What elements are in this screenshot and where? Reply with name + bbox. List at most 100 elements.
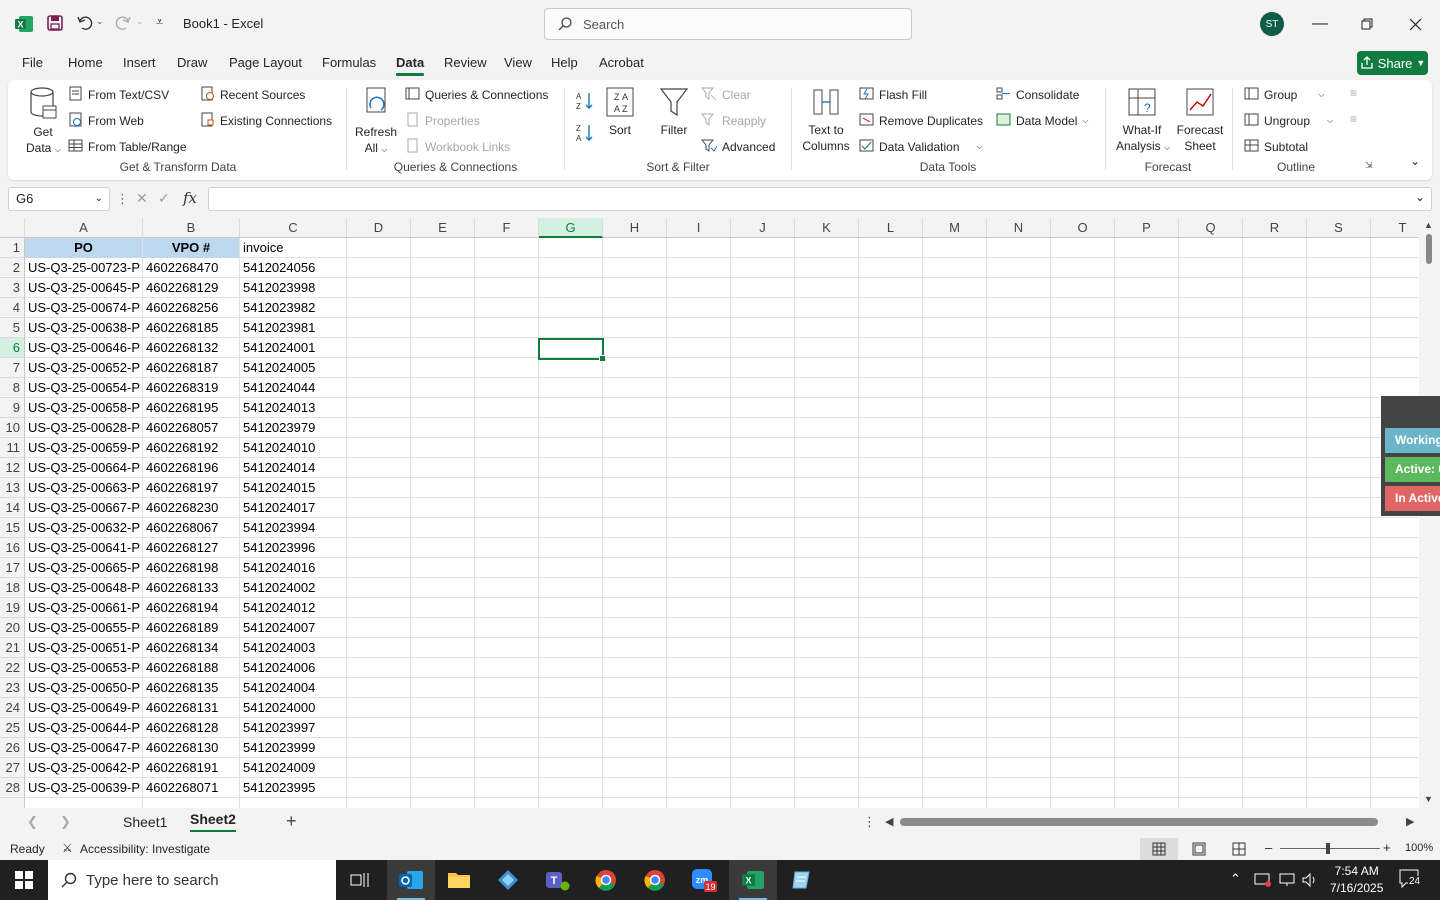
horizontal-scroll-thumb[interactable] <box>900 818 1378 826</box>
table-cell[interactable]: 4602268132 <box>143 338 239 358</box>
zoom-slider[interactable] <box>1280 848 1380 849</box>
network-icon[interactable] <box>1278 872 1296 888</box>
volume-icon[interactable] <box>1301 872 1319 888</box>
row-header-18[interactable]: 18 <box>0 578 25 598</box>
table-cell[interactable]: 5412024009 <box>240 758 346 778</box>
expand-formula-icon[interactable]: ⌄ <box>1415 190 1425 204</box>
table-cell[interactable]: 5412024014 <box>240 458 346 478</box>
zoom-slider-thumb[interactable] <box>1326 843 1330 854</box>
table-cell[interactable]: 5412024001 <box>240 338 346 358</box>
row-header-4[interactable]: 4 <box>0 298 25 318</box>
column-header-k[interactable]: K <box>795 218 859 238</box>
column-header-g[interactable]: G <box>539 218 603 238</box>
chrome-profile-icon[interactable] <box>631 860 679 900</box>
table-cell[interactable]: 5412024005 <box>240 358 346 378</box>
excel-taskbar-icon[interactable]: X <box>729 860 777 900</box>
advanced-filter-button[interactable]: Advanced <box>700 138 775 156</box>
column-header-p[interactable]: P <box>1115 218 1179 238</box>
tab-insert[interactable]: Insert <box>123 55 156 70</box>
table-cell[interactable]: US-Q3-25-00646-P <box>25 338 142 358</box>
tab-acrobat[interactable]: Acrobat <box>599 55 644 70</box>
subtotal-button[interactable]: Subtotal <box>1244 138 1308 156</box>
recent-sources-button[interactable]: Recent Sources <box>200 86 305 104</box>
outlook-icon[interactable] <box>387 860 435 900</box>
table-cell[interactable]: 5412024010 <box>240 438 346 458</box>
table-cell[interactable]: US-Q3-25-00655-P <box>25 618 142 638</box>
row-header-3[interactable]: 3 <box>0 278 25 298</box>
column-header-s[interactable]: S <box>1307 218 1371 238</box>
group-button[interactable]: Group ⌵ <box>1244 86 1324 104</box>
header-cell[interactable]: VPO # <box>143 238 239 258</box>
tab-home[interactable]: Home <box>68 55 103 70</box>
page-layout-view-icon[interactable] <box>1192 842 1206 856</box>
table-cell[interactable]: US-Q3-25-00653-P <box>25 658 142 678</box>
table-cell[interactable]: US-Q3-25-00664-P <box>25 458 142 478</box>
table-cell[interactable]: US-Q3-25-00641-P <box>25 538 142 558</box>
table-cell[interactable]: 4602268185 <box>143 318 239 338</box>
table-cell[interactable]: 4602268196 <box>143 458 239 478</box>
table-cell[interactable]: 5412023996 <box>240 538 346 558</box>
refresh-all-button[interactable]: Refresh All ⌵ <box>355 86 397 158</box>
more-options-icon[interactable]: ⋮ <box>863 814 876 830</box>
app-icon[interactable] <box>484 860 532 900</box>
table-cell[interactable]: 4602268133 <box>143 578 239 598</box>
table-cell[interactable]: 4602268256 <box>143 298 239 318</box>
row-header-16[interactable]: 16 <box>0 538 25 558</box>
column-header-a[interactable]: A <box>25 218 143 238</box>
tab-page-layout[interactable]: Page Layout <box>229 55 302 70</box>
table-cell[interactable]: US-Q3-25-00661-P <box>25 598 142 618</box>
page-break-view-icon[interactable] <box>1232 842 1246 856</box>
table-cell[interactable]: 5412023999 <box>240 738 346 758</box>
teams-icon[interactable]: T <box>533 860 581 900</box>
scroll-left-icon[interactable]: ◀ <box>885 815 893 828</box>
network-alert-icon[interactable] <box>1254 872 1272 888</box>
table-cell[interactable]: 4602268470 <box>143 258 239 278</box>
table-cell[interactable]: 5412023995 <box>240 778 346 798</box>
table-cell[interactable]: 4602268188 <box>143 658 239 678</box>
what-if-analysis-button[interactable]: ? What-If Analysis ⌵ <box>1116 86 1170 156</box>
vertical-scroll-thumb[interactable] <box>1426 234 1432 264</box>
table-cell[interactable]: 4602268071 <box>143 778 239 798</box>
header-cell[interactable]: invoice <box>240 238 346 258</box>
from-web-button[interactable]: From Web <box>68 112 144 130</box>
table-cell[interactable]: 5412024000 <box>240 698 346 718</box>
row-header-24[interactable]: 24 <box>0 698 25 718</box>
table-cell[interactable]: US-Q3-25-00645-P <box>25 278 142 298</box>
task-view-icon[interactable] <box>336 860 384 900</box>
tab-help[interactable]: Help <box>551 55 578 70</box>
undo-icon[interactable] <box>76 14 94 35</box>
row-header-15[interactable]: 15 <box>0 518 25 538</box>
sheet-tab-sheet1[interactable]: Sheet1 <box>123 814 167 830</box>
prev-sheet-icon[interactable]: ❮ <box>27 814 38 830</box>
text-to-columns-button[interactable]: Text to Columns <box>800 86 852 154</box>
forecast-sheet-button[interactable]: Forecast Sheet <box>1174 86 1226 154</box>
column-header-f[interactable]: F <box>475 218 539 238</box>
minimize-icon[interactable]: — <box>1297 0 1343 48</box>
queries-connections-button[interactable]: Queries & Connections <box>405 86 548 104</box>
table-cell[interactable]: US-Q3-25-00667-P <box>25 498 142 518</box>
table-cell[interactable]: 5412024044 <box>240 378 346 398</box>
consolidate-button[interactable]: Consolidate <box>996 86 1079 104</box>
row-header-27[interactable]: 27 <box>0 758 25 778</box>
table-cell[interactable]: 4602268197 <box>143 478 239 498</box>
undo-dropdown-icon[interactable]: ⌄ <box>96 16 104 27</box>
tab-draw[interactable]: Draw <box>177 55 207 70</box>
table-cell[interactable]: US-Q3-25-00658-P <box>25 398 142 418</box>
table-cell[interactable]: 5412023997 <box>240 718 346 738</box>
table-cell[interactable]: US-Q3-25-00628-P <box>25 418 142 438</box>
table-cell[interactable]: 4602268057 <box>143 418 239 438</box>
column-header-j[interactable]: J <box>731 218 795 238</box>
table-cell[interactable]: 5412024007 <box>240 618 346 638</box>
table-cell[interactable]: 4602268230 <box>143 498 239 518</box>
zoom-in-icon[interactable]: + <box>1383 840 1391 855</box>
column-header-i[interactable]: I <box>667 218 731 238</box>
column-header-n[interactable]: N <box>987 218 1051 238</box>
row-header-21[interactable]: 21 <box>0 638 25 658</box>
table-cell[interactable]: 4602268127 <box>143 538 239 558</box>
file-explorer-icon[interactable] <box>435 860 483 900</box>
row-header-7[interactable]: 7 <box>0 358 25 378</box>
remove-duplicates-button[interactable]: Remove Duplicates <box>859 112 983 130</box>
row-header-9[interactable]: 9 <box>0 398 25 418</box>
avatar[interactable]: ST <box>1260 12 1284 36</box>
table-cell[interactable]: 4602268195 <box>143 398 239 418</box>
